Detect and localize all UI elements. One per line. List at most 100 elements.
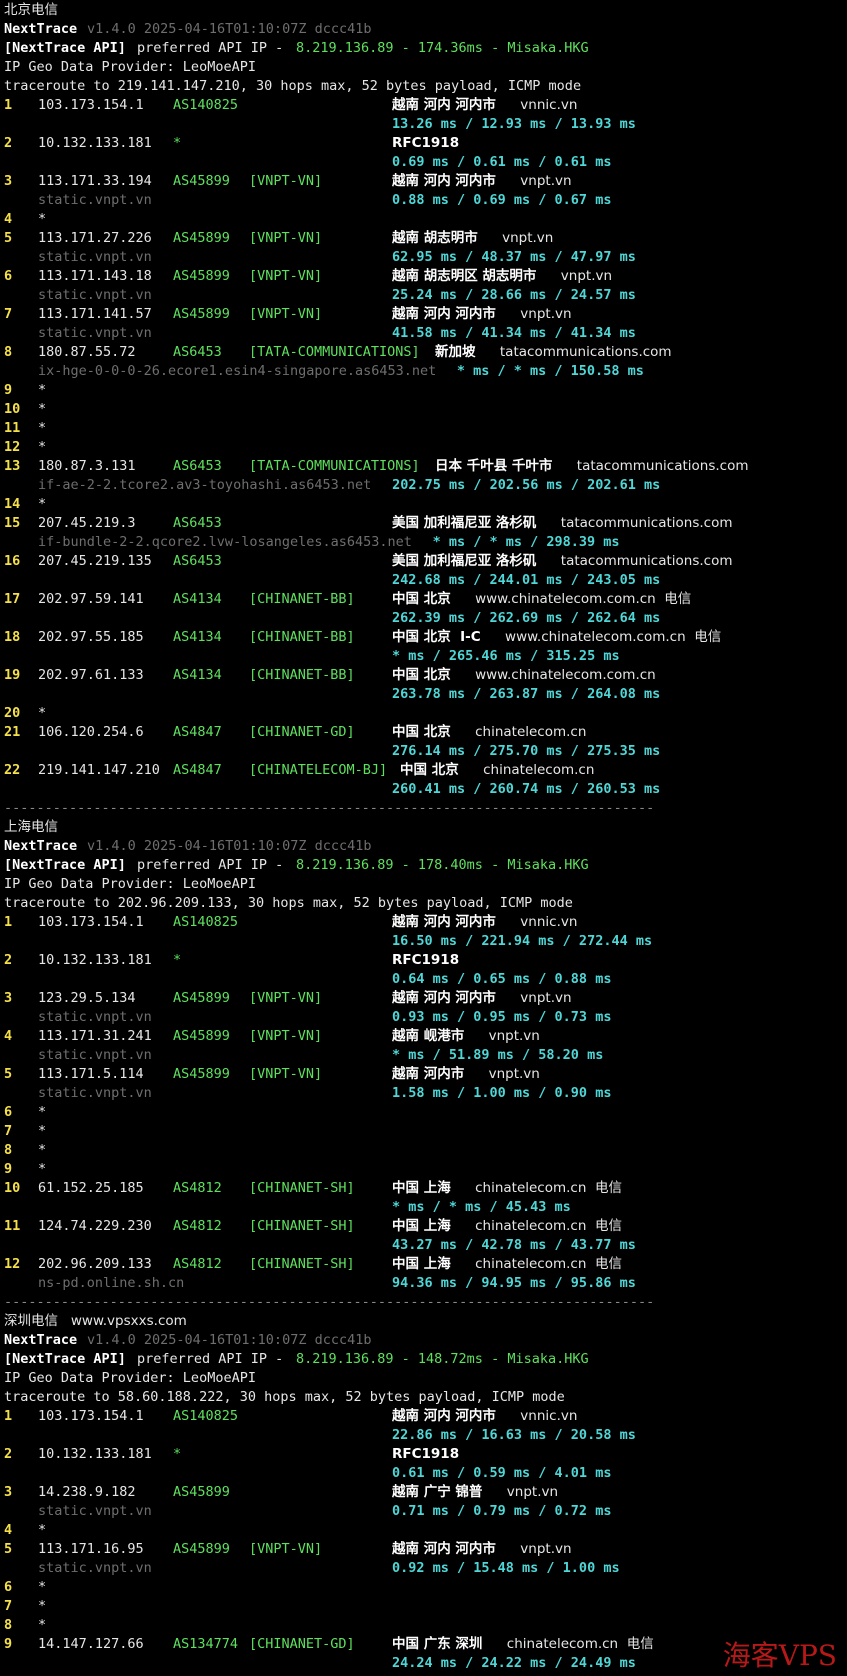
hop-detail-row: static.vnpt.vn 25.24 ms / 28.66 ms / 24.5… <box>4 286 847 305</box>
hop-row: 17 202.97.59.141 AS4134 [CHINANET-BB] 中国 北京 … <box>4 590 847 609</box>
section-title: 深圳电信 www.vpsxxs.com <box>4 1312 847 1331</box>
hop-domain: vnpt.vn <box>560 268 613 284</box>
hop-number: 22 <box>4 762 21 778</box>
separator-text: ----------------------------------------… <box>4 800 655 816</box>
hop-asn: * <box>173 135 182 151</box>
hop-rtt: 1.58 ms / 1.00 ms / 0.90 ms <box>392 1085 612 1101</box>
hop-number: 7 <box>4 1598 13 1614</box>
hop-rtt: 43.27 ms / 42.78 ms / 43.77 ms <box>392 1237 636 1253</box>
hop-location: RFC1918 <box>392 1445 484 1464</box>
hop-asn: AS45899 <box>173 306 230 322</box>
api-prefix: [NextTrace API] <box>4 857 126 873</box>
hop-rtt: 25.24 ms / 28.66 ms / 24.57 ms <box>392 287 636 303</box>
hop-domain: vnpt.vn <box>488 1066 540 1082</box>
hop-row: 9 * <box>4 1160 847 1179</box>
section-title-text: 深圳电信 www.vpsxxs.com <box>4 1313 187 1329</box>
hop-geo: 越南 河内市 <box>392 1066 465 1082</box>
hop-geo: 美国 加利福尼亚 洛杉矶 <box>392 515 537 531</box>
traceroute-line: traceroute to 58.60.188.222, 30 hops max… <box>4 1388 847 1407</box>
hop-row: 2 10.132.133.181 * RFC1918 <box>4 1445 847 1464</box>
hop-geo: 越南 河内 河内市 <box>392 990 496 1006</box>
hop-ip: * <box>38 420 47 436</box>
hop-asn: AS134774 <box>173 1636 239 1652</box>
hop-rtt: 260.41 ms / 260.74 ms / 260.53 ms <box>392 781 661 797</box>
hop-network: [VNPT-VN] <box>249 1028 323 1044</box>
hop-hostname: static.vnpt.vn <box>38 249 152 265</box>
hop-asn: AS45899 <box>173 1066 230 1082</box>
api-line: [NextTrace API] preferred API IP - 8.219.… <box>4 39 847 58</box>
hop-ip: 180.87.55.72 <box>38 344 136 360</box>
hop-asn: AS4812 <box>173 1256 222 1272</box>
hop-geo: 日本 千叶县 千叶市 <box>435 458 553 474</box>
hop-detail-row: 263.78 ms / 263.87 ms / 264.08 ms <box>4 685 847 704</box>
hop-network: [VNPT-VN] <box>249 230 323 246</box>
hop-location: 中国 北京 chinatelecom.cn <box>400 761 594 780</box>
hop-geo: 中国 北京 <box>400 762 459 778</box>
section-title-text: 上海电信 <box>4 819 58 835</box>
hop-hostname: static.vnpt.vn <box>38 1009 152 1025</box>
hop-asn: AS45899 <box>173 1028 230 1044</box>
hop-geo: RFC1918 <box>392 1446 460 1462</box>
hop-row: 2 10.132.133.181 * RFC1918 <box>4 951 847 970</box>
hop-ip: 202.96.209.133 <box>38 1256 152 1272</box>
hop-geo: RFC1918 <box>392 952 460 968</box>
hop-geo: 越南 河内 河内市 <box>392 914 496 930</box>
hop-geo: 中国 北京 I-C <box>392 629 481 645</box>
hop-geo: 中国 上海 <box>392 1256 451 1272</box>
hop-row: 8 * <box>4 1141 847 1160</box>
hop-row: 1 103.173.154.1 AS140825 越南 河内 河内市 vnnic.vn <box>4 913 847 932</box>
hop-number: 18 <box>4 629 21 645</box>
hop-network: [CHINANET-SH] <box>249 1256 355 1272</box>
hop-hostname: static.vnpt.vn <box>38 1560 152 1576</box>
hop-row: 5 113.171.16.95 AS45899 [VNPT-VN] 越南 河内 河内市 … <box>4 1540 847 1559</box>
terminal-output[interactable]: 北京电信 NextTrace v1.4.0 2025-04-16T01:10:07Z… <box>4 1 847 1673</box>
hop-number: 2 <box>4 135 13 151</box>
hop-location: 日本 千叶县 千叶市 tatacommunications.com <box>435 457 749 476</box>
hop-detail-row: 16.50 ms / 221.94 ms / 272.44 ms <box>4 932 847 951</box>
hop-ip: 113.171.5.114 <box>38 1066 144 1082</box>
hop-hostname: static.vnpt.vn <box>38 325 152 341</box>
hop-location: 越南 河内 河内市 vnpt.vn <box>392 989 572 1008</box>
hop-number: 3 <box>4 990 13 1006</box>
hop-domain: vnpt.vn <box>502 230 554 246</box>
hop-number: 9 <box>4 382 13 398</box>
hop-network: [VNPT-VN] <box>249 268 323 284</box>
hop-detail-row: 0.64 ms / 0.65 ms / 0.88 ms <box>4 970 847 989</box>
app-name: NextTrace <box>4 21 78 37</box>
hop-location: 中国 上海 chinatelecom.cn 电信 <box>392 1255 622 1274</box>
traceroute-line: traceroute to 202.96.209.133, 30 hops ma… <box>4 894 847 913</box>
hop-detail-row: ns-pd.online.sh.cn 94.36 ms / 94.95 ms / … <box>4 1274 847 1293</box>
hop-asn: AS45899 <box>173 1541 230 1557</box>
hop-network: [VNPT-VN] <box>249 1066 323 1082</box>
hop-rtt: 0.71 ms / 0.79 ms / 0.72 ms <box>392 1503 612 1519</box>
watermark-logo: 海客VPS <box>722 1639 837 1672</box>
hop-ip: * <box>38 401 47 417</box>
hop-domain: vnnic.vn <box>520 914 578 930</box>
hop-row: 22 219.141.147.210 AS4847 [CHINATELECOM-BJ]… <box>4 761 847 780</box>
hop-row: 4 * <box>4 210 847 229</box>
hop-ip: 10.132.133.181 <box>38 1446 152 1462</box>
hop-asn: AS4847 <box>173 724 222 740</box>
hop-ip: * <box>38 1617 47 1633</box>
hop-network: [CHINANET-GD] <box>249 1636 355 1652</box>
hop-ip: 103.173.154.1 <box>38 97 144 113</box>
hop-domain: chinatelecom.cn 电信 <box>506 1636 654 1652</box>
hop-detail-row: static.vnpt.vn 41.58 ms / 41.34 ms / 41.3… <box>4 324 847 343</box>
hop-ip: 202.97.59.141 <box>38 591 144 607</box>
hop-location: 中国 北京 www.chinatelecom.com.cn 电信 <box>392 590 691 609</box>
hop-row: 7 * <box>4 1597 847 1616</box>
app-name: NextTrace <box>4 838 78 854</box>
hop-detail-row: 276.14 ms / 275.70 ms / 275.35 ms <box>4 742 847 761</box>
hop-rtt: 0.69 ms / 0.61 ms / 0.61 ms <box>392 154 612 170</box>
hop-number: 7 <box>4 306 13 322</box>
hop-row: 2 10.132.133.181 * RFC1918 <box>4 134 847 153</box>
hop-number: 8 <box>4 1142 13 1158</box>
hop-row: 4 * <box>4 1521 847 1540</box>
hop-location: 越南 河内 河内市 vnnic.vn <box>392 1407 577 1426</box>
api-prefix: [NextTrace API] <box>4 40 126 56</box>
hop-location: 越南 河内 河内市 vnpt.vn <box>392 305 572 324</box>
hop-number: 17 <box>4 591 21 607</box>
hop-network: [CHINANET-GD] <box>249 724 355 740</box>
hop-number: 8 <box>4 1617 13 1633</box>
geo-provider: IP Geo Data Provider: LeoMoeAPI <box>4 59 256 75</box>
